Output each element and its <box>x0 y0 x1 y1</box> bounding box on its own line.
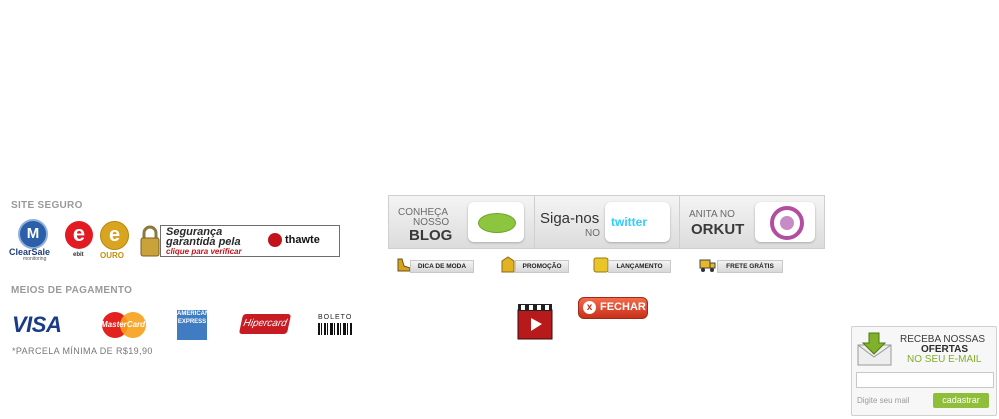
twitter-big: Siga-nos <box>540 210 600 227</box>
mastercard-label: MasterCard <box>101 320 146 329</box>
site-seguro-title: SITE SEGURO <box>11 200 83 211</box>
hipercard-logo: Hipercard <box>238 314 292 334</box>
newsletter-line3: NO SEU E-MAIL <box>907 354 982 365</box>
twitter-logo-text: twitter <box>611 215 647 229</box>
video-clapper-icon[interactable] <box>517 302 553 340</box>
boleto-label: BOLETO <box>318 314 353 321</box>
barcode-icon <box>318 323 352 335</box>
speech-bubble-icon <box>468 202 524 242</box>
newsletter-email-input[interactable] <box>856 372 994 388</box>
thawte-brand: thawte <box>285 234 320 246</box>
orkut-logo-icon <box>755 202 815 242</box>
clearsale-mark: M <box>18 219 48 249</box>
tag-lancamento[interactable]: LANÇAMENTO <box>608 260 671 273</box>
parcela-minima-note: *PARCELA MÍNIMA DE R$19,90 <box>12 346 153 356</box>
blog-banner[interactable]: CONHEÇA NOSSO BLOG <box>388 195 535 249</box>
truck-icon <box>699 256 716 272</box>
close-icon: x <box>583 301 596 314</box>
envelope-download-icon <box>856 331 894 367</box>
mastercard-logo: MasterCard <box>100 312 146 338</box>
ouro-label: OURO <box>100 251 124 260</box>
twitter-logo-icon: twitter <box>605 202 670 242</box>
thawte-icon <box>268 233 282 247</box>
visa-logo: VISA <box>12 312 62 337</box>
amex-logo: AMERICAN EXPRESS <box>177 310 209 340</box>
fechar-label: FECHAR <box>600 301 646 313</box>
ebit-mark: e <box>65 221 93 249</box>
new-star-icon <box>593 256 609 273</box>
pagamento-title: MEIOS DE PAGAMENTO <box>11 285 133 296</box>
newsletter-box: RECEBA NOSSAS OFERTAS NO SEU E-MAIL Digi… <box>851 326 997 416</box>
ebit-ouro-badge[interactable]: e OURO <box>99 221 129 261</box>
orkut-banner[interactable]: ANITA NO ORKUT <box>679 195 825 249</box>
thawte-seal[interactable]: Segurança garantida pela clique para ver… <box>160 225 340 257</box>
tag-promocao[interactable]: PROMOÇÃO <box>515 260 569 273</box>
orkut-line1: ANITA NO <box>689 209 735 220</box>
twitter-banner[interactable]: Siga-nos NO twitter <box>534 195 680 249</box>
ebit-logo[interactable]: e ebit <box>64 221 96 261</box>
ebit-name: ebit <box>73 252 84 258</box>
thawte-verify-link[interactable]: clique para verificar <box>166 247 242 256</box>
clearsale-logo[interactable]: M ClearSale monitoring <box>9 219 57 262</box>
ouro-mark: e <box>100 221 129 250</box>
fechar-button[interactable]: x FECHAR <box>578 297 648 319</box>
twitter-small: NO <box>585 228 600 239</box>
shoe-icon <box>396 256 411 272</box>
boleto-logo: BOLETO <box>318 314 356 336</box>
clearsale-sub: monitoring <box>23 256 47 262</box>
newsletter-hint: Digite seu mail <box>857 396 910 405</box>
tag-dica-de-moda[interactable]: DICA DE MODA <box>410 260 474 273</box>
tag-frete-gratis[interactable]: FRETE GRÁTIS <box>717 260 783 273</box>
orkut-big: ORKUT <box>691 221 745 238</box>
price-tag-icon <box>500 256 515 273</box>
cadastrar-button[interactable]: cadastrar <box>933 393 989 408</box>
padlock-icon <box>139 224 161 260</box>
blog-big: BLOG <box>409 227 453 244</box>
